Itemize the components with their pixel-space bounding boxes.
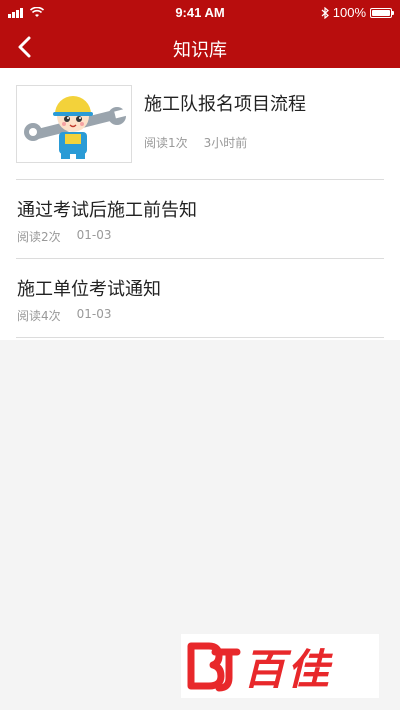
list-item[interactable]: 施工单位考试通知 阅读4次 01-03	[0, 259, 400, 338]
article-meta: 阅读4次 01-03	[17, 307, 112, 324]
article-title: 施工单位考试通知	[17, 279, 161, 300]
status-right: 100%	[321, 5, 394, 20]
brand-logo-icon	[187, 642, 241, 692]
list-item[interactable]: 通过考试后施工前告知 阅读2次 01-03	[0, 180, 400, 259]
article-time: 01-03	[76, 228, 112, 242]
list-item[interactable]: 施工队报名项目流程 阅读1次 3小时前	[0, 68, 400, 180]
bluetooth-icon	[321, 6, 329, 19]
article-title: 施工队报名项目流程	[144, 94, 306, 115]
article-thumbnail	[16, 85, 132, 163]
screen: 9:41 AM 100% 知识库 施工队报名项目流程 阅读1次 3小时前 通过考…	[0, 0, 400, 710]
article-time: 01-03	[76, 307, 112, 321]
article-time: 3小时前	[203, 136, 248, 150]
page-title: 知识库	[173, 40, 227, 61]
battery-percent: 100%	[332, 5, 366, 20]
nav-bar: 知识库	[0, 26, 400, 68]
watermark-logo: 百佳	[181, 634, 379, 698]
divider	[16, 337, 384, 338]
status-bar: 9:41 AM 100%	[0, 0, 400, 26]
read-count: 阅读1次	[144, 136, 188, 150]
watermark-text: 百佳	[243, 644, 332, 694]
article-meta: 阅读2次 01-03	[17, 228, 112, 245]
battery-icon	[370, 7, 394, 18]
read-count: 阅读2次	[17, 230, 61, 244]
worker-cartoon-image	[24, 96, 128, 159]
article-title: 通过考试后施工前告知	[17, 200, 197, 221]
read-count: 阅读4次	[17, 309, 61, 323]
article-meta: 阅读1次 3小时前	[144, 134, 247, 151]
article-list: 施工队报名项目流程 阅读1次 3小时前 通过考试后施工前告知 阅读2次 01-0…	[0, 68, 400, 340]
